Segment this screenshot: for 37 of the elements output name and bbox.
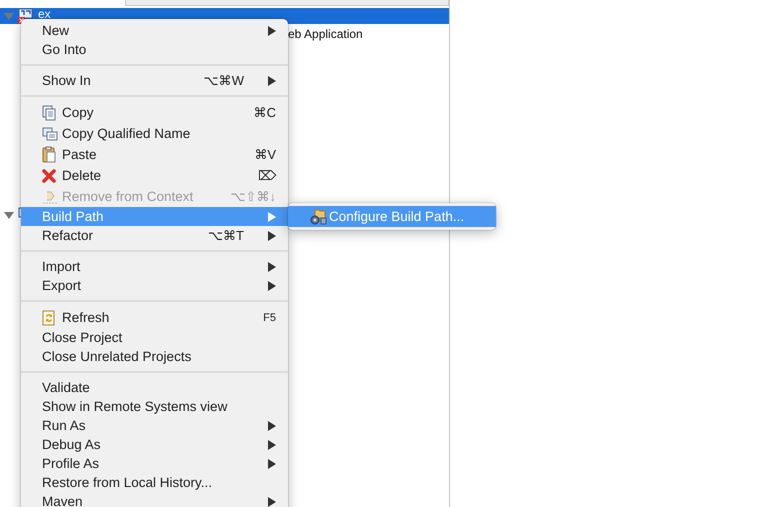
expand-triangle-icon[interactable] [4,210,14,220]
shortcut-label: ⌘C [254,105,276,120]
menu-item[interactable]: Close Unrelated Projects [42,349,276,364]
refresh-icon [42,310,56,326]
remove-context-icon [42,190,58,204]
menu-item[interactable]: Show in Remote Systems view [42,399,276,414]
menu-item[interactable]: Restore from Local History... [42,475,276,490]
shortcut-label: ⌦ [258,168,276,183]
menu-item[interactable]: Go Into [42,42,276,57]
menu-item[interactable]: Run As [42,418,244,433]
project-label: ex [38,9,51,20]
menu-item[interactable]: Copy Qualified Name [62,126,276,141]
menu-item[interactable]: Maven [42,494,244,507]
shortcut-label: ⌘V [254,147,276,162]
menu-item[interactable]: Copy [62,105,254,120]
gear-folder-icon [309,208,327,224]
shortcut-label: ⌥⇧⌘↓ [230,189,276,204]
menu-item[interactable]: Refactor [42,228,208,243]
menu-item[interactable]: New [42,23,244,38]
tree-item-label[interactable]: eb Application [288,26,363,40]
menu-item[interactable]: Paste [62,147,254,162]
shortcut-label: F5 [263,312,276,324]
menu-item[interactable]: Show In [42,73,204,88]
copy-icon [42,104,56,120]
shortcut-label: ⌥⌘T [208,228,244,243]
menu-item[interactable]: Refresh [62,310,264,325]
documents-icon [42,126,58,140]
clipboard-icon [42,146,56,163]
menu-item[interactable]: Import [42,259,244,274]
menu-item[interactable]: Delete [62,168,258,183]
delete-icon [42,168,56,182]
menu-item[interactable]: Close Project [42,330,276,345]
shortcut-label: ⌥⌘W [204,73,244,88]
menu-item[interactable]: Export [42,278,244,293]
menu-item[interactable]: Debug As [42,437,244,452]
menu-item[interactable]: Validate [42,380,276,395]
menu-item[interactable]: Profile As [42,456,244,471]
